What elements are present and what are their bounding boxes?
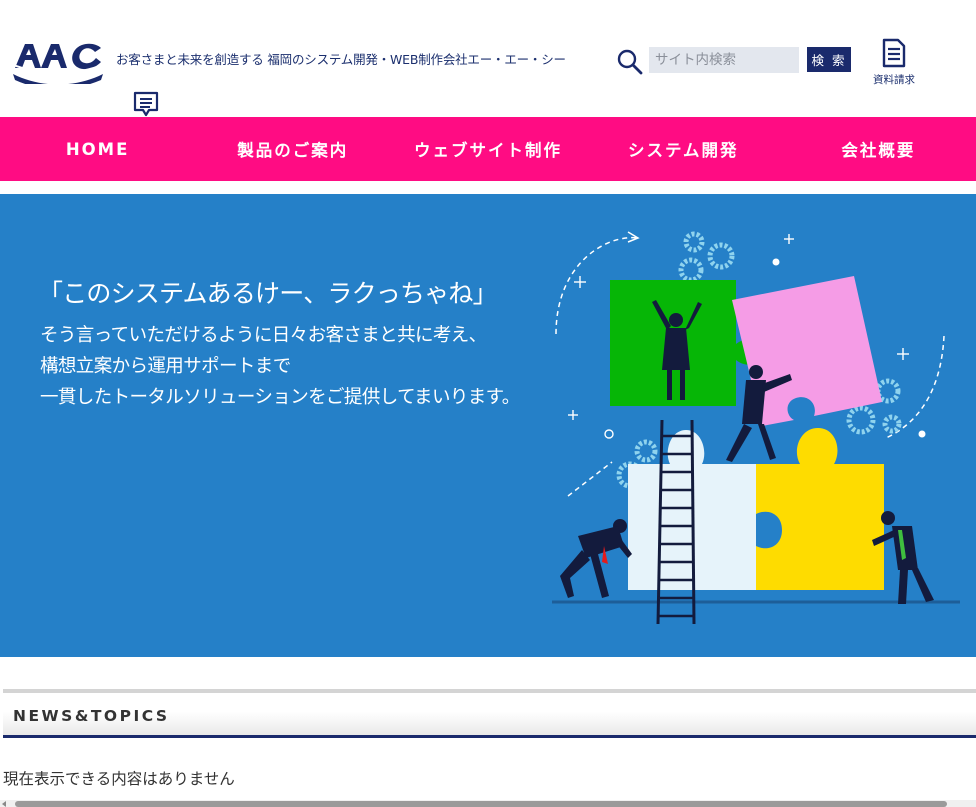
site-search-input[interactable]: [649, 47, 799, 73]
document-request-label: 資料請求: [873, 74, 915, 86]
site-header: お客さまと未来を創造する 福岡のシステム開発・WEB制作会社エー・エー・シー 検…: [0, 0, 976, 117]
nav-item-home[interactable]: HOME: [0, 117, 195, 181]
puzzle-teamwork-illustration: [552, 231, 960, 625]
site-tagline: お客さまと未来を創造する 福岡のシステム開発・WEB制作会社エー・エー・シー: [116, 52, 566, 67]
hero-headline: 「このシステムあるけー、ラクっちゃね」: [38, 279, 498, 308]
aac-logo[interactable]: [11, 38, 105, 84]
nav-item-company[interactable]: 会社概要: [781, 117, 976, 181]
document-icon: [882, 38, 906, 68]
contact-form-icon[interactable]: [133, 91, 159, 117]
document-request-link[interactable]: 資料請求: [864, 38, 924, 92]
news-empty-message: 現在表示できる内容はありません: [3, 770, 235, 788]
search-icon[interactable]: [616, 48, 644, 76]
news-topics-title: NEWS&TOPICS: [13, 707, 170, 725]
horizontal-scrollbar[interactable]: [0, 800, 976, 807]
news-topics-header: NEWS&TOPICS: [3, 689, 976, 738]
hero-body-line: そう言っていただけるように日々お客さまと共に考え、: [40, 325, 487, 346]
nav-item-system-development[interactable]: システム開発: [586, 117, 781, 181]
hero-banner: 「このシステムあるけー、ラクっちゃね」 そう言っていただけるように日々お客さまと…: [0, 194, 976, 657]
hero-body-line: 構想立案から運用サポートまで: [40, 356, 291, 377]
nav-item-web-production[interactable]: ウェブサイト制作: [390, 117, 585, 181]
hero-body: そう言っていただけるように日々お客さまと共に考え、 構想立案から運用サポートまで…: [40, 320, 520, 413]
global-nav: HOME 製品のご案内 ウェブサイト制作 システム開発 会社概要: [0, 117, 976, 181]
search-button[interactable]: 検 索: [807, 47, 851, 72]
scroll-left-arrow-icon[interactable]: [2, 801, 6, 807]
hero-body-line: 一貫したトータルソリューションをご提供してまいります。: [40, 387, 520, 408]
nav-item-products[interactable]: 製品のご案内: [195, 117, 390, 181]
scrollbar-thumb[interactable]: [15, 801, 947, 807]
